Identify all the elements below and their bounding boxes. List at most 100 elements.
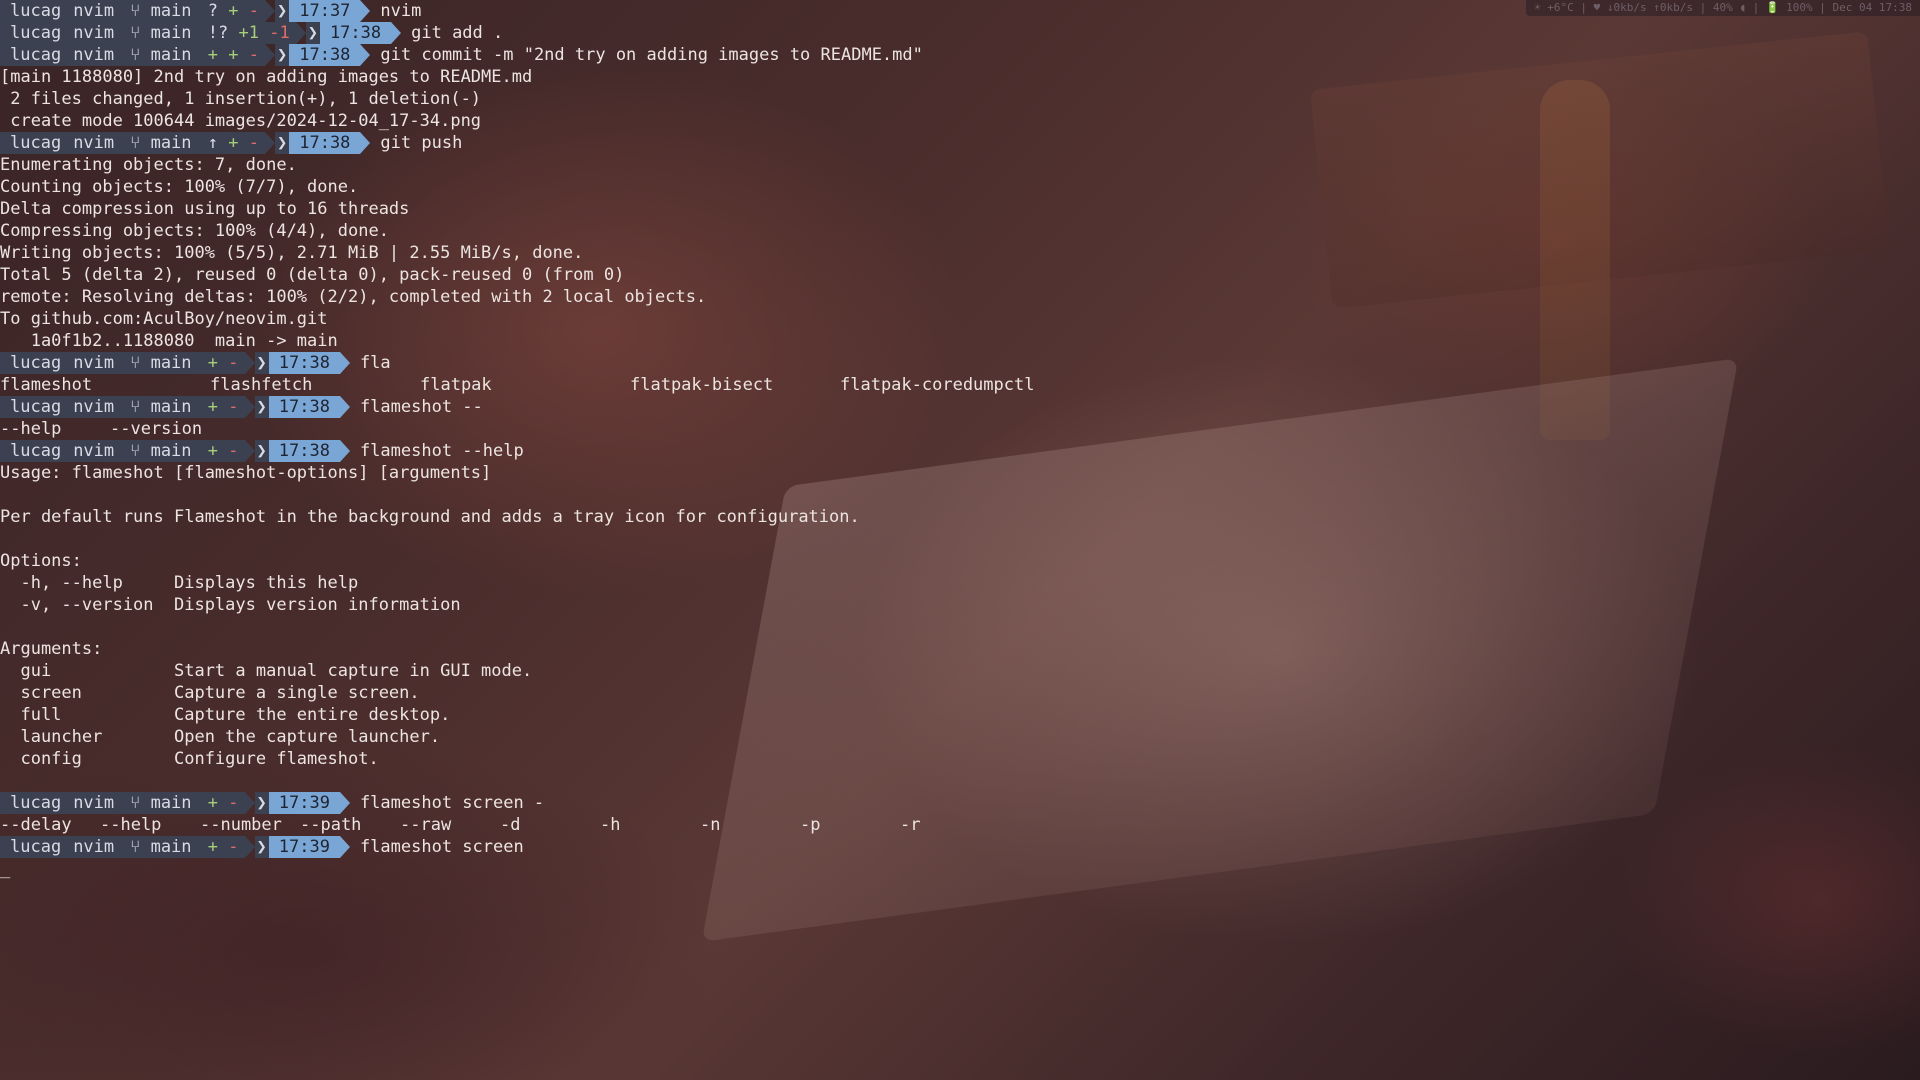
prompt-line: lucag nvim ⑂ main + - ❯ 17:39 flameshot scree…: [0, 792, 1920, 814]
prompt-git-branch: ⑂ main: [122, 44, 196, 66]
prompt-line: lucag nvim ⑂ main + - ❯ 17:38 flameshot --: [0, 396, 1920, 418]
completion-item[interactable]: --delay: [0, 814, 100, 836]
prompt-dir: nvim: [65, 440, 123, 462]
completion-item[interactable]: flatpak-bisect: [630, 374, 840, 396]
time-arrow-icon: [391, 22, 402, 44]
help-output-line: gui Start a manual capture in GUI mode.: [0, 661, 533, 681]
completion-row: --help --version: [0, 418, 1920, 440]
push-output-line: Enumerating objects: 7, done.: [0, 155, 297, 175]
completion-row: flameshot flashfetch flatpak flatpak-bisect…: [0, 374, 1920, 396]
prompt-branch: main: [150, 793, 192, 813]
chevron-icon: ❯: [274, 132, 290, 154]
completion-item[interactable]: --number: [200, 814, 300, 836]
time-arrow-icon: [339, 792, 350, 814]
prompt-line: lucag nvim ⑂ main !? +1 -1 ❯ 17:38 git add .: [0, 22, 1920, 44]
prompt-user: lucag: [0, 792, 66, 814]
git-status-token: -: [218, 397, 239, 417]
command-text[interactable]: git commit -m "2nd try on adding images …: [370, 45, 922, 65]
completion-item[interactable]: --help: [100, 814, 200, 836]
prompt-branch: main: [150, 133, 192, 153]
prompt-user: lucag: [0, 396, 66, 418]
prompt-time: 17:37: [289, 0, 361, 22]
command-text[interactable]: git push: [370, 133, 462, 153]
prompt-dir: nvim: [65, 836, 123, 858]
prompt-user: lucag: [0, 0, 66, 22]
git-status-token: -: [218, 353, 239, 373]
prompt-arrow-icon: [244, 396, 255, 418]
completion-item[interactable]: -n: [700, 814, 800, 836]
branch-icon: ⑂: [130, 45, 151, 65]
command-text[interactable]: git add .: [401, 23, 503, 43]
completion-item[interactable]: --raw: [400, 814, 500, 836]
git-status-token: -: [218, 837, 239, 857]
completion-item[interactable]: flameshot: [0, 374, 210, 396]
chevron-icon: ❯: [254, 396, 269, 418]
completion-item[interactable]: flatpak: [420, 374, 630, 396]
prompt-git-status: + -: [195, 396, 245, 418]
completion-item[interactable]: -h: [600, 814, 700, 836]
help-output-line: -h, --help Displays this help: [0, 573, 359, 593]
git-status-token: ↑: [197, 133, 219, 153]
help-output-line: -v, --version Displays version informati…: [0, 595, 461, 615]
completion-item[interactable]: -p: [800, 814, 900, 836]
time-arrow-icon: [360, 0, 371, 22]
time-arrow-icon: [339, 440, 350, 462]
prompt-time: 17:38: [319, 22, 392, 44]
command-text[interactable]: nvim: [370, 1, 421, 21]
prompt-line: lucag nvim ⑂ main + - ❯ 17:39 flameshot scree…: [0, 836, 1920, 858]
git-status-token: +: [197, 441, 219, 461]
prompt-branch: main: [150, 353, 192, 373]
prompt-line: lucag nvim ⑂ main ↑ + - ❯ 17:38 git push: [0, 132, 1920, 154]
terminal[interactable]: lucag nvim ⑂ main ? + - ❯ 17:37 nvim lucag nvim…: [0, 0, 1920, 880]
prompt-git-branch: ⑂ main: [122, 352, 196, 374]
command-text[interactable]: flameshot --help: [350, 441, 524, 461]
prompt-git-branch: ⑂ main: [122, 792, 196, 814]
prompt-git-branch: ⑂ main: [122, 0, 196, 22]
completion-item[interactable]: --version: [110, 418, 220, 440]
help-output-line: [0, 616, 1920, 638]
git-status-token: +: [218, 133, 239, 153]
help-output-line: Usage: flameshot [flameshot-options] [ar…: [0, 463, 492, 483]
commit-output-line: [main 1188080] 2nd try on adding images …: [0, 67, 533, 87]
prompt-git-status: + -: [195, 352, 245, 374]
completion-item[interactable]: --path: [300, 814, 400, 836]
prompt-time: 17:38: [268, 352, 340, 374]
time-arrow-icon: [339, 836, 350, 858]
git-status-token: +1: [228, 23, 259, 43]
prompt-git-status: ↑ + -: [195, 132, 265, 154]
branch-icon: ⑂: [130, 441, 151, 461]
completion-item[interactable]: --help: [0, 418, 110, 440]
prompt-git-branch: ⑂ main: [122, 836, 196, 858]
prompt-arrow-icon: [244, 440, 255, 462]
completion-item[interactable]: -r: [900, 814, 1000, 836]
terminal-cursor: _: [0, 859, 11, 879]
command-text[interactable]: flameshot screen -: [350, 793, 544, 813]
prompt-git-branch: ⑂ main: [122, 396, 196, 418]
time-arrow-icon: [339, 352, 350, 374]
prompt-dir: nvim: [65, 396, 123, 418]
time-arrow-icon: [360, 132, 371, 154]
prompt-time: 17:38: [289, 44, 361, 66]
prompt-branch: main: [150, 45, 192, 65]
push-output-line: 1a0f1b2..1188080 main -> main: [0, 331, 338, 351]
git-status-token: +: [197, 45, 219, 65]
completion-item[interactable]: flashfetch: [210, 374, 420, 396]
git-status-token: +: [197, 397, 219, 417]
prompt-line: lucag nvim ⑂ main + - ❯ 17:38 fla: [0, 352, 1920, 374]
completion-item[interactable]: -d: [500, 814, 600, 836]
branch-icon: ⑂: [130, 1, 151, 21]
prompt-git-status: + -: [195, 440, 245, 462]
help-output-line: launcher Open the capture launcher.: [0, 727, 441, 747]
prompt-git-status: + -: [195, 792, 245, 814]
command-text[interactable]: fla: [350, 353, 391, 373]
help-output-line: Options:: [0, 551, 82, 571]
chevron-icon: ❯: [254, 440, 269, 462]
command-text[interactable]: flameshot screen: [350, 837, 524, 857]
time-arrow-icon: [360, 44, 371, 66]
chevron-icon: ❯: [254, 836, 269, 858]
chevron-icon: ❯: [254, 792, 269, 814]
prompt-dir: nvim: [65, 352, 123, 374]
help-output-line: [0, 528, 1920, 550]
command-text[interactable]: flameshot --: [350, 397, 483, 417]
completion-item[interactable]: flatpak-coredumpctl: [840, 374, 1050, 396]
